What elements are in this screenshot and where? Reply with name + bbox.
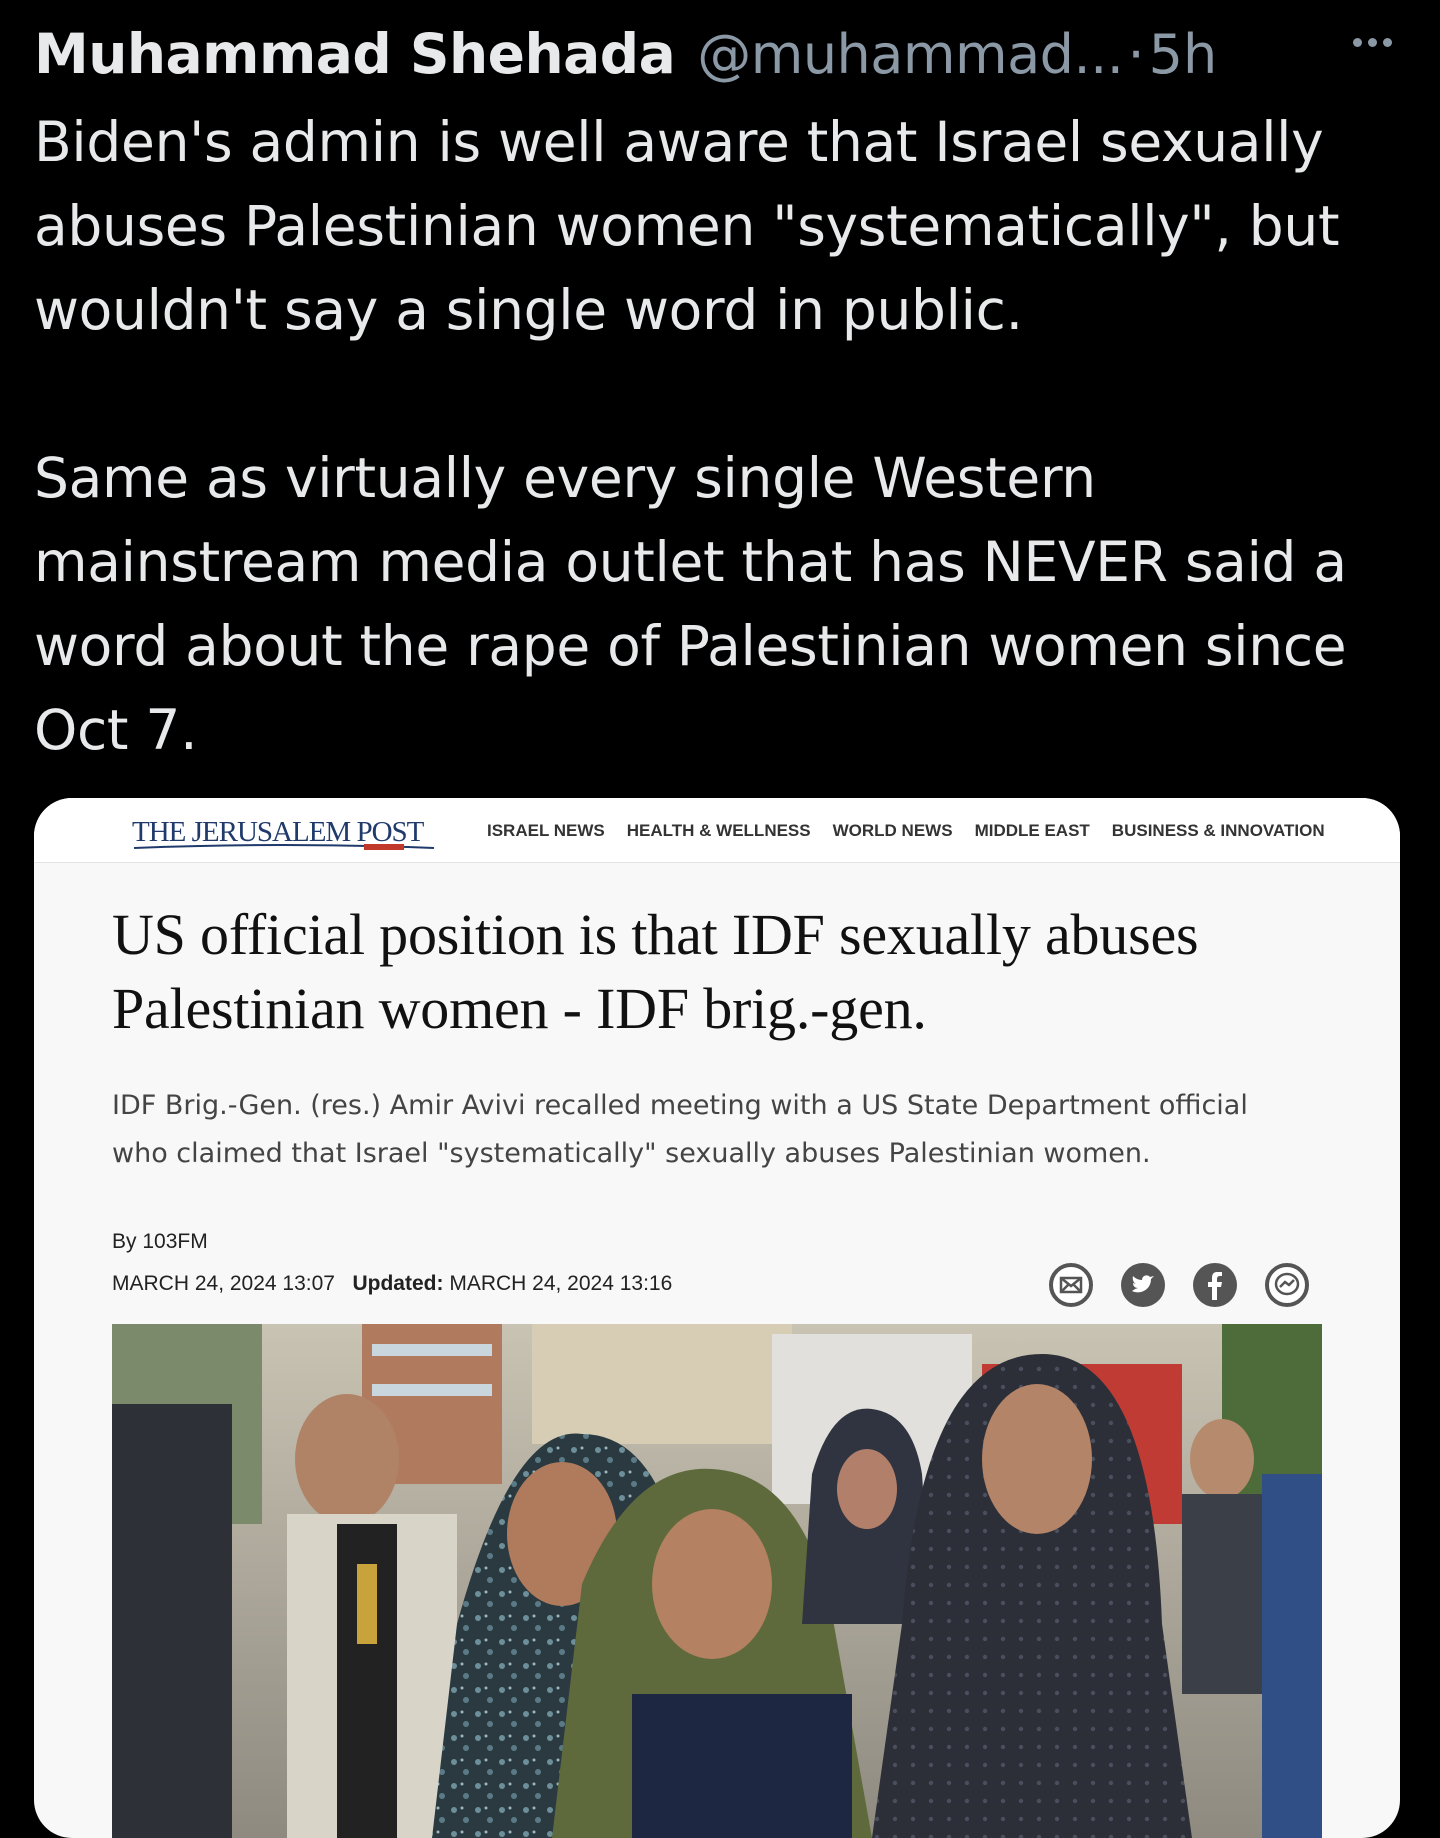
article-dateline: MARCH 24, 2024 13:07 Updated: MARCH 24, … xyxy=(112,1272,672,1296)
tweet-paragraph: Biden's admin is well aware that Israel … xyxy=(34,110,1340,342)
tweet: Muhammad Shehada @muhammad... · 5h Biden… xyxy=(0,0,1440,1838)
updated-label: Updated: xyxy=(352,1272,444,1295)
author-display-name[interactable]: Muhammad Shehada xyxy=(34,22,676,86)
published-date: MARCH 24, 2024 13:07 xyxy=(112,1272,335,1295)
messenger-icon xyxy=(1265,1263,1309,1307)
article-headline: US official position is that IDF sexuall… xyxy=(112,902,1199,1041)
email-icon xyxy=(1049,1263,1093,1307)
more-options-icon[interactable] xyxy=(1353,38,1392,47)
logo-swoosh-icon xyxy=(134,844,434,850)
article-header: US official position is that IDF sexuall… xyxy=(112,898,1352,1178)
site-nav-links: ISRAEL NEWS HEALTH & WELLNESS WORLD NEWS… xyxy=(487,821,1325,841)
updated-date: MARCH 24, 2024 13:16 xyxy=(449,1272,673,1295)
article-byline: By 103FM xyxy=(112,1230,208,1253)
photo-crowd-illustration xyxy=(112,1324,1322,1838)
article-subhead: IDF Brig.-Gen. (res.) Amir Avivi recalle… xyxy=(112,1090,1248,1169)
nav-link: HEALTH & WELLNESS xyxy=(626,821,811,840)
nav-link: ISRAEL NEWS xyxy=(487,821,605,840)
attached-image[interactable]: THE JERUSALEM POST ISRAEL NEWS HEALTH & … xyxy=(34,798,1400,1838)
nav-link: WORLD NEWS xyxy=(832,821,953,840)
separator-dot: · xyxy=(1127,22,1145,86)
article-photo xyxy=(112,1324,1322,1838)
facebook-icon xyxy=(1193,1263,1237,1307)
tweet-timestamp[interactable]: 5h xyxy=(1149,23,1218,86)
author-handle[interactable]: @muhammad... xyxy=(697,23,1124,86)
twitter-icon xyxy=(1121,1263,1165,1307)
nav-link: BUSINESS & INNOVATION xyxy=(1111,821,1325,840)
tweet-text: Biden's admin is well aware that Israel … xyxy=(34,100,1394,772)
tweet-paragraph: Same as virtually every single Western m… xyxy=(34,446,1347,762)
site-navbar: THE JERUSALEM POST ISRAEL NEWS HEALTH & … xyxy=(34,798,1400,863)
share-icons xyxy=(1048,1262,1310,1308)
tweet-header: Muhammad Shehada @muhammad... · 5h xyxy=(34,14,1217,94)
nav-link: MIDDLE EAST xyxy=(974,821,1090,840)
